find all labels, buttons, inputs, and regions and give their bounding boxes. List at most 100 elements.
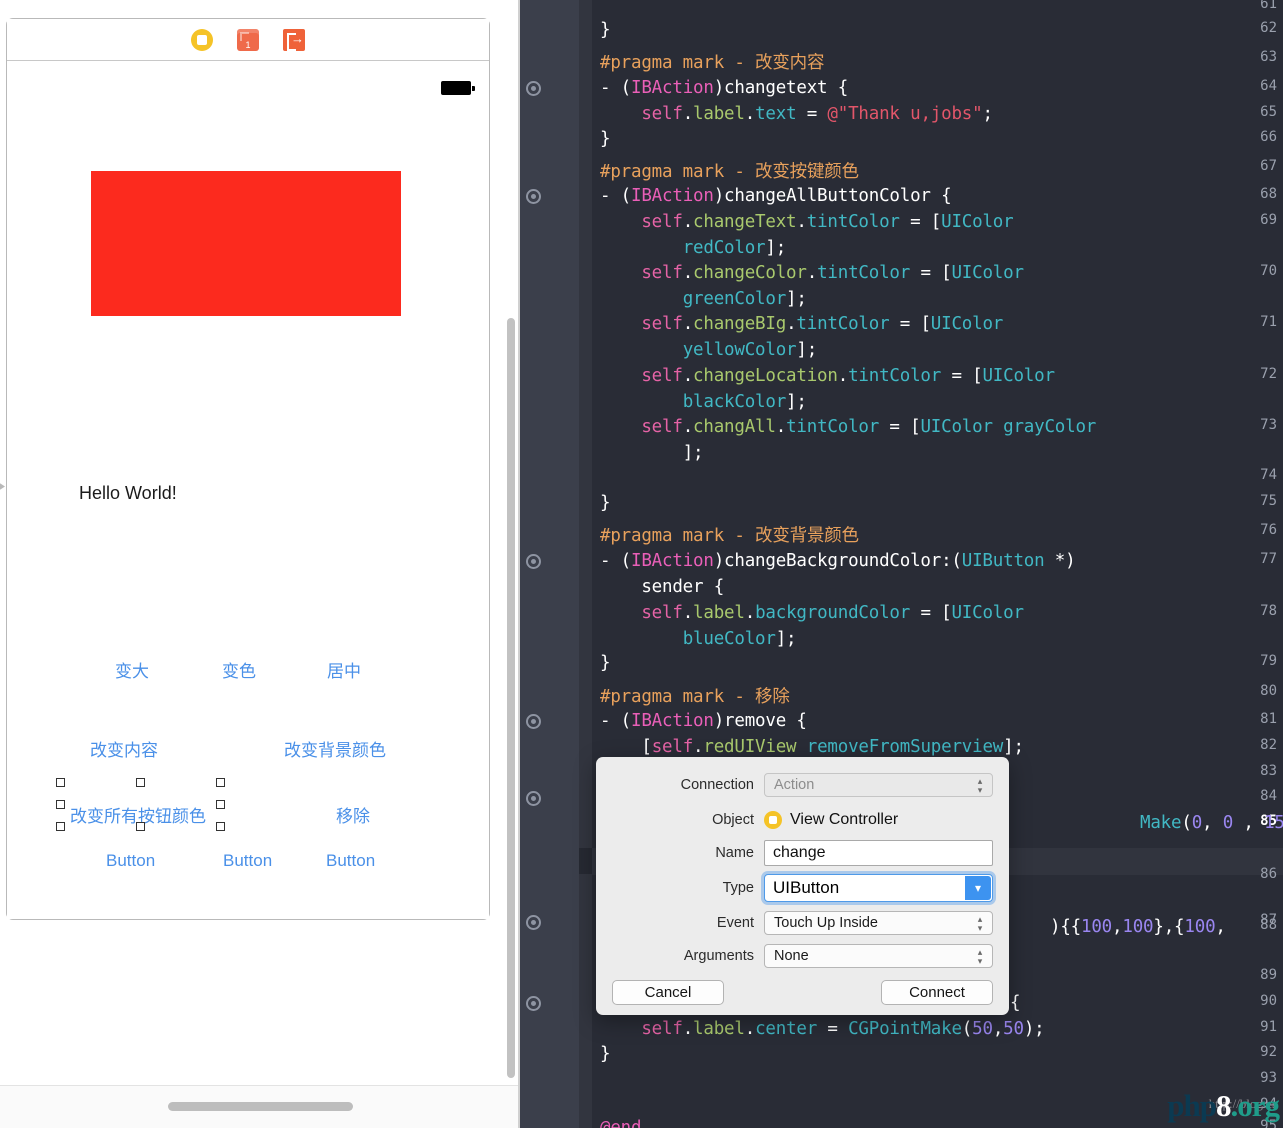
code-line-continuation[interactable]: ];: [600, 443, 703, 463]
line-number: 67: [1225, 158, 1277, 174]
line-number: 73: [1225, 417, 1277, 433]
resize-handle[interactable]: [56, 822, 65, 831]
code-line[interactable]: }: [600, 129, 610, 149]
code-line[interactable]: - (IBAction)changeAllButtonColor {: [600, 186, 951, 206]
ib-button-label: Button: [106, 851, 155, 870]
line-number: 81: [1225, 711, 1277, 727]
ib-canvas[interactable]: Hello World! 变大变色居中改变内容改变背景颜色改变所有按钮颜色移除B…: [0, 0, 520, 1085]
ibaction-connection-marker[interactable]: [526, 996, 541, 1011]
resize-handle[interactable]: [136, 778, 145, 787]
code-line[interactable]: #pragma mark - 改变内容: [600, 49, 824, 74]
ibaction-connection-marker[interactable]: [526, 915, 541, 930]
ib-button[interactable]: Button: [326, 851, 375, 871]
code-line[interactable]: self.changAll.tintColor = [UIColor grayC…: [600, 417, 1096, 437]
canvas-horizontal-scrollbar[interactable]: [0, 1085, 520, 1128]
connection-popup[interactable]: Action ▴▾: [764, 773, 993, 797]
resize-handle[interactable]: [216, 800, 225, 809]
code-line[interactable]: }: [600, 493, 610, 513]
code-line-continuation[interactable]: greenColor];: [600, 289, 807, 309]
code-line[interactable]: #pragma mark - 改变按键颜色: [600, 158, 859, 183]
ib-button[interactable]: 移除: [336, 802, 370, 827]
red-uiview[interactable]: [91, 171, 401, 316]
code-line[interactable]: self.changeText.tintColor = [UIColor: [600, 212, 1013, 232]
code-line[interactable]: {: [1010, 993, 1020, 1013]
code-line[interactable]: @end: [600, 1118, 641, 1128]
arguments-popup[interactable]: None ▴▾: [764, 944, 993, 968]
connection-dialog[interactable]: Connection Action ▴▾ Object View Control…: [596, 757, 1009, 1015]
line-number: 83: [1225, 763, 1277, 779]
watermark-logo: php8.org: [1167, 1088, 1279, 1124]
ib-button[interactable]: 改变背景颜色: [284, 736, 386, 761]
line-number: 93: [1225, 1070, 1277, 1086]
ibaction-connection-marker[interactable]: [526, 791, 541, 806]
chevron-updown-icon: ▴▾: [975, 915, 985, 933]
view-controller-icon[interactable]: [191, 29, 213, 51]
chevron-down-icon[interactable]: ▾: [965, 876, 991, 900]
device-screen: Hello World! 变大变色居中改变内容改变背景颜色改变所有按钮颜色移除B…: [7, 61, 489, 919]
line-number: 66: [1225, 129, 1277, 145]
connect-button[interactable]: Connect: [881, 980, 993, 1005]
code-line[interactable]: self.label.backgroundColor = [UIColor: [600, 603, 1024, 623]
line-number: 79: [1225, 653, 1277, 669]
code-line[interactable]: }: [600, 1044, 610, 1064]
canvas-horizontal-scrollbar-thumb[interactable]: [168, 1102, 353, 1111]
ib-button[interactable]: 改变内容: [90, 736, 158, 761]
line-number: 91: [1225, 1019, 1277, 1035]
ibaction-connection-marker[interactable]: [526, 189, 541, 204]
cancel-button[interactable]: Cancel: [612, 980, 724, 1005]
code-line-continuation[interactable]: sender {: [600, 577, 724, 597]
line-number: 90: [1225, 993, 1277, 1009]
code-line-continuation[interactable]: blackColor];: [600, 392, 807, 412]
canvas-vertical-scrollbar-thumb[interactable]: [507, 318, 515, 1078]
ib-button[interactable]: Button: [223, 851, 272, 871]
line-number: 65: [1225, 104, 1277, 120]
line-number: 62: [1225, 20, 1277, 36]
code-line[interactable]: self.changeBIg.tintColor = [UIColor: [600, 314, 1003, 334]
code-line[interactable]: self.label.center = CGPointMake(50,50);: [600, 1019, 1045, 1039]
ibaction-connection-marker[interactable]: [526, 554, 541, 569]
hello-world-label[interactable]: Hello World!: [79, 483, 177, 504]
ibaction-connection-marker[interactable]: [526, 81, 541, 96]
code-line[interactable]: ){{100,100},{100,: [1050, 917, 1226, 937]
first-responder-icon[interactable]: [237, 29, 259, 51]
ib-button[interactable]: Button: [106, 851, 155, 871]
name-input[interactable]: change: [764, 840, 993, 866]
ib-button[interactable]: 变色: [222, 657, 256, 682]
line-number: 82: [1225, 737, 1277, 753]
code-line[interactable]: self.changeColor.tintColor = [UIColor: [600, 263, 1024, 283]
code-line[interactable]: - (IBAction)changetext {: [600, 78, 848, 98]
resize-handle[interactable]: [216, 822, 225, 831]
code-line[interactable]: }: [600, 20, 610, 40]
watermark-logo-php: php: [1167, 1088, 1216, 1123]
code-line[interactable]: Make(0, 0 , 150,: [1140, 813, 1283, 833]
exit-icon[interactable]: [283, 29, 305, 51]
canvas-edge-marker: [0, 482, 5, 491]
object-value-wrap[interactable]: View Controller: [764, 811, 993, 829]
ib-button[interactable]: 变大: [115, 657, 149, 682]
line-number: 74: [1225, 467, 1277, 483]
code-line[interactable]: }: [600, 653, 610, 673]
code-line[interactable]: #pragma mark - 移除: [600, 683, 790, 708]
code-line-continuation[interactable]: redColor];: [600, 238, 786, 258]
code-line[interactable]: - (IBAction)changeBackgroundColor:(UIBut…: [600, 551, 1075, 571]
resize-handle[interactable]: [216, 778, 225, 787]
code-line[interactable]: - (IBAction)remove {: [600, 711, 807, 731]
resize-handle[interactable]: [136, 822, 145, 831]
code-line[interactable]: [self.redUIView removeFromSuperview];: [600, 737, 1024, 757]
code-line-continuation[interactable]: blueColor];: [600, 629, 796, 649]
ibaction-connection-marker[interactable]: [526, 714, 541, 729]
line-number: 63: [1225, 49, 1277, 65]
code-line[interactable]: #pragma mark - 改变背景颜色: [600, 522, 859, 547]
object-row: Object View Controller: [596, 806, 1009, 834]
ib-button[interactable]: 居中: [327, 657, 361, 682]
type-combobox[interactable]: UIButton ▾: [764, 874, 993, 902]
connection-value: Action: [774, 777, 814, 793]
event-popup[interactable]: Touch Up Inside ▴▾: [764, 911, 993, 935]
canvas-vertical-scrollbar[interactable]: [504, 318, 518, 1078]
resize-handle[interactable]: [56, 778, 65, 787]
code-line[interactable]: self.label.text = @"Thank u,jobs";: [600, 104, 993, 124]
code-line[interactable]: self.changeLocation.tintColor = [UIColor: [600, 366, 1055, 386]
resize-handle[interactable]: [56, 800, 65, 809]
ib-button-label: 移除: [336, 807, 370, 826]
code-line-continuation[interactable]: yellowColor];: [600, 340, 817, 360]
